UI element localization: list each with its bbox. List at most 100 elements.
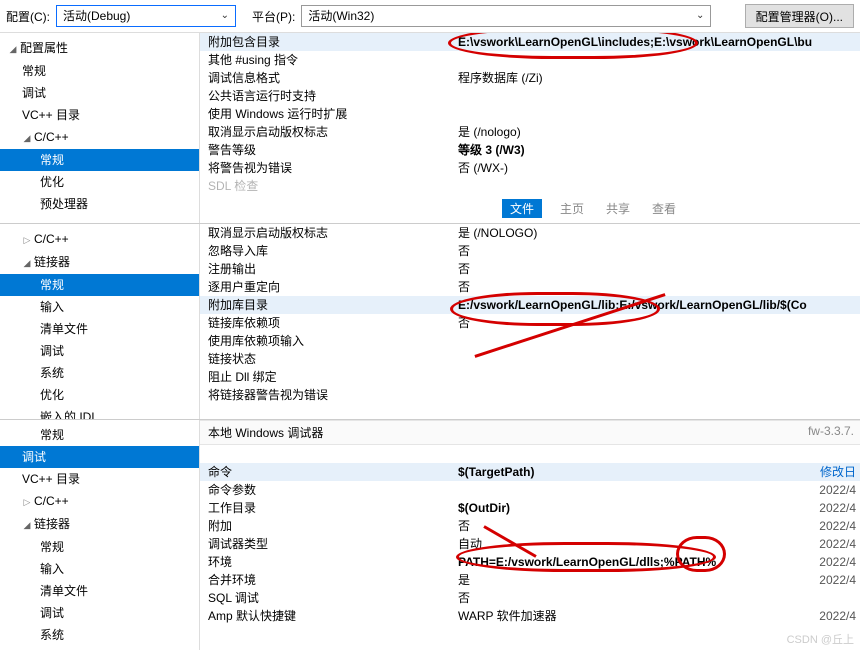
chevron-right-icon[interactable]	[22, 230, 32, 249]
tree-item[interactable]: VC++ 目录	[0, 104, 199, 126]
grid-cpp[interactable]: 附加包含目录E:\vswork\LearnOpenGL\includes;E:\…	[200, 33, 860, 195]
tree-item[interactable]: 常规	[0, 149, 199, 171]
tree-item[interactable]: 系统	[0, 624, 199, 646]
tree-item[interactable]: 清单文件	[0, 318, 199, 340]
property-row[interactable]: SQL 调试否	[200, 589, 860, 607]
property-value[interactable]: 否	[458, 260, 852, 278]
property-value[interactable]: 是	[458, 571, 852, 589]
property-row[interactable]: 合并环境是2022/4	[200, 571, 860, 589]
property-row[interactable]: 其他 #using 指令	[200, 51, 860, 69]
property-row[interactable]: 工作目录$(OutDir)2022/4	[200, 499, 860, 517]
property-value[interactable]: PATH=E:/vswork/LearnOpenGL/dlls;%PATH%	[458, 553, 852, 571]
tree-item[interactable]: 链接器	[0, 513, 199, 536]
tree-item[interactable]: 优化	[0, 384, 199, 406]
config-manager-button[interactable]: 配置管理器(O)...	[745, 4, 854, 28]
property-value[interactable]	[458, 177, 852, 195]
tab-home[interactable]: 主页	[556, 199, 588, 218]
tree-item[interactable]: 调试	[0, 82, 199, 104]
property-row[interactable]: 使用库依赖项输入	[200, 332, 860, 350]
tree-item[interactable]: 常规	[0, 274, 199, 296]
property-value[interactable]: 否	[458, 517, 852, 535]
tree-item[interactable]: 调试	[0, 446, 199, 468]
tree-debugger[interactable]: 常规调试VC++ 目录C/C++链接器常规输入清单文件调试系统优化嵌入的 IDL	[0, 420, 200, 650]
tree-item[interactable]: 常规	[0, 536, 199, 558]
property-value[interactable]: 否	[458, 314, 852, 332]
property-value[interactable]: 否	[458, 278, 852, 296]
grid-debugger[interactable]: 命令$(TargetPath)修改日命令参数2022/4工作目录$(OutDir…	[200, 463, 860, 625]
tree-item[interactable]: 优化	[0, 646, 199, 650]
property-row[interactable]: 附加否2022/4	[200, 517, 860, 535]
tree-item[interactable]: C/C++	[0, 228, 199, 251]
property-value[interactable]: 否	[458, 589, 852, 607]
tree-item[interactable]: 优化	[0, 171, 199, 193]
property-value[interactable]: 自动	[458, 535, 852, 553]
tree-item[interactable]: 调试	[0, 602, 199, 624]
platform-combo[interactable]: 活动(Win32) ⌄	[301, 5, 711, 27]
property-value[interactable]: 是 (/NOLOGO)	[458, 224, 852, 242]
property-row[interactable]: 取消显示启动版权标志是 (/NOLOGO)	[200, 224, 860, 242]
property-value[interactable]	[458, 368, 852, 386]
property-row[interactable]: 命令$(TargetPath)修改日	[200, 463, 860, 481]
property-row[interactable]: 将警告视为错误否 (/WX-)	[200, 159, 860, 177]
tree-item[interactable]: 链接器	[0, 251, 199, 274]
property-value[interactable]: $(TargetPath)	[458, 463, 852, 481]
tree-item[interactable]: 常规	[0, 424, 199, 446]
property-row[interactable]: 附加包含目录E:\vswork\LearnOpenGL\includes;E:\…	[200, 33, 860, 51]
tree-item[interactable]: 预处理器	[0, 193, 199, 215]
property-row[interactable]: 链接库依赖项否	[200, 314, 860, 332]
property-value[interactable]	[458, 481, 852, 499]
property-row[interactable]: 阻止 Dll 绑定	[200, 368, 860, 386]
property-value[interactable]	[458, 350, 852, 368]
tree-linker[interactable]: C/C++链接器常规输入清单文件调试系统优化嵌入的 IDL	[0, 224, 200, 419]
property-row[interactable]: 警告等级等级 3 (/W3)	[200, 141, 860, 159]
property-value[interactable]: $(OutDir)	[458, 499, 852, 517]
tab-share[interactable]: 共享	[602, 199, 634, 218]
grid-linker[interactable]: 取消显示启动版权标志是 (/NOLOGO)忽略导入库否注册输出否逐用户重定向否附…	[200, 224, 860, 404]
property-row[interactable]: 附加库目录E:/vswork/LearnOpenGL/lib;E:/vswork…	[200, 296, 860, 314]
tree-item[interactable]: 调试	[0, 340, 199, 362]
property-value[interactable]: 程序数据库 (/Zi)	[458, 69, 852, 87]
tree-item[interactable]: 配置属性	[0, 37, 199, 60]
property-row[interactable]: 链接状态	[200, 350, 860, 368]
property-row[interactable]: 使用 Windows 运行时扩展	[200, 105, 860, 123]
tab-file[interactable]: 文件	[502, 199, 542, 218]
tree-item[interactable]: 常规	[0, 60, 199, 82]
tree-item[interactable]: 系统	[0, 362, 199, 384]
property-value[interactable]	[458, 87, 852, 105]
tree-item[interactable]: 输入	[0, 296, 199, 318]
property-row[interactable]: 公共语言运行时支持	[200, 87, 860, 105]
chevron-down-icon[interactable]	[22, 128, 32, 147]
property-row[interactable]: 取消显示启动版权标志是 (/nologo)	[200, 123, 860, 141]
config-combo[interactable]: 活动(Debug) ⌄	[56, 5, 236, 27]
property-value[interactable]	[458, 386, 852, 404]
property-row[interactable]: 将链接器警告视为错误	[200, 386, 860, 404]
chevron-down-icon[interactable]	[8, 39, 18, 58]
property-value[interactable]: 等级 3 (/W3)	[458, 141, 852, 159]
tree-item[interactable]: 嵌入的 IDL	[0, 406, 199, 419]
tree-item[interactable]: 输入	[0, 558, 199, 580]
property-row[interactable]: 调试器类型自动2022/4	[200, 535, 860, 553]
chevron-down-icon[interactable]	[22, 253, 32, 272]
tree-item[interactable]: VC++ 目录	[0, 468, 199, 490]
property-value[interactable]: 否	[458, 242, 852, 260]
property-value[interactable]: 否 (/WX-)	[458, 159, 852, 177]
property-row[interactable]: 注册输出否	[200, 260, 860, 278]
property-row[interactable]: 忽略导入库否	[200, 242, 860, 260]
tree-item[interactable]: C/C++	[0, 490, 199, 513]
property-value[interactable]: E:/vswork/LearnOpenGL/lib;E:/vswork/Lear…	[458, 296, 852, 314]
tree-item[interactable]: 清单文件	[0, 580, 199, 602]
property-row[interactable]: 调试信息格式程序数据库 (/Zi)	[200, 69, 860, 87]
chevron-right-icon[interactable]	[22, 492, 32, 511]
property-row[interactable]: 环境PATH=E:/vswork/LearnOpenGL/dlls;%PATH%…	[200, 553, 860, 571]
property-value[interactable]: E:\vswork\LearnOpenGL\includes;E:\vswork…	[458, 33, 852, 51]
property-value[interactable]: 是 (/nologo)	[458, 123, 852, 141]
property-row[interactable]: Amp 默认快捷键WARP 软件加速器2022/4	[200, 607, 860, 625]
tab-view[interactable]: 查看	[648, 199, 680, 218]
property-row[interactable]: SDL 检查	[200, 177, 860, 195]
tree-item[interactable]: C/C++	[0, 126, 199, 149]
property-row[interactable]: 命令参数2022/4	[200, 481, 860, 499]
property-value[interactable]	[458, 51, 852, 69]
property-value[interactable]: WARP 软件加速器	[458, 607, 852, 625]
chevron-down-icon[interactable]	[22, 515, 32, 534]
property-row[interactable]: 逐用户重定向否	[200, 278, 860, 296]
